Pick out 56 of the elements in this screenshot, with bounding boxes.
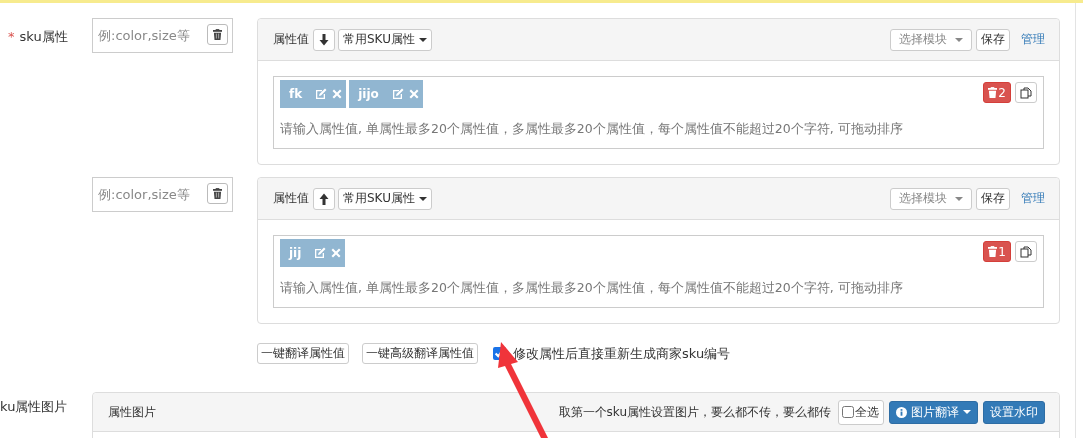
values-field[interactable]: fk jijo 请输入属性值, 单属性最多20个属性值，多属性最多20个属性值，每个属性值不能超过20个字符, 可拖动排序 2 [273,76,1044,149]
sort-button[interactable] [313,187,335,210]
caret-icon [955,196,963,201]
caret-icon [418,196,427,201]
arrow-up-icon [319,192,329,205]
info-icon [896,406,907,418]
name-field[interactable]: 例:color,size等 [92,18,233,53]
caret-icon [955,37,963,42]
panel-label: 属性图片 [108,403,156,421]
manage-link[interactable]: 管理 [1021,31,1045,48]
sort-button[interactable] [313,28,335,51]
copy-button[interactable] [1015,241,1037,262]
save-button[interactable]: 保存 [976,28,1010,51]
required-mark: * [8,29,15,44]
translate-button[interactable]: 一键翻译属性值 [257,343,349,364]
close-icon [331,248,342,258]
caret-icon [418,37,427,42]
copy-button[interactable] [1015,82,1037,103]
trash-icon [988,87,998,98]
field-label: ku属性图片 [0,398,69,416]
field-label: sku属性 [19,29,68,44]
common-attributes-dropdown[interactable]: 常用SKU属性 [338,28,432,51]
edit-icon [391,88,404,100]
caret-icon [963,410,971,414]
select-all-button[interactable]: 全选 [838,399,884,425]
hint-text: 请输入属性值, 单属性最多20个属性值，多属性最多20个属性值，每个属性值不能超过20个字符, 可拖动排序 [280,280,904,297]
checkbox-label: 修改属性后直接重新生成商家sku编号 [513,344,731,363]
panel-label: 属性值 [273,31,309,48]
module-select[interactable]: 选择模块 [890,187,972,210]
delete-button[interactable] [207,183,228,204]
values-field[interactable]: jij 请输入属性值, 单属性最多20个属性值，多属性最多20个属性值，每个属性值不能超过20个字符, 可拖动排序 1 [273,235,1044,308]
copy-icon [1020,86,1032,99]
delete-all-button[interactable]: 2 [983,82,1011,103]
manage-link[interactable]: 管理 [1021,190,1045,207]
watermark-button[interactable]: 设置水印 [983,400,1045,424]
save-button[interactable]: 保存 [976,187,1010,210]
hint-text: 请输入属性值, 单属性最多20个属性值，多属性最多20个属性值，每个属性值不能超过20个字符, 可拖动排序 [280,121,904,138]
image-translate-button[interactable]: 图片翻译 [889,400,978,424]
copy-icon [1020,245,1032,258]
checkbox[interactable] [842,406,854,418]
arrow-down-icon [319,33,329,46]
close-icon [332,89,343,99]
trash-icon [213,29,222,40]
panel-label: 属性值 [273,190,309,207]
close-icon [408,89,419,99]
trash-icon [988,246,998,257]
delete-all-button[interactable]: 1 [983,241,1011,262]
delete-button[interactable] [207,24,228,45]
name-field[interactable]: 例:color,size等 [92,177,233,212]
module-select[interactable]: 选择模块 [890,28,972,51]
note-text: 取第一个sku属性设置图片，要么都不传，要么都传 [558,403,831,421]
advanced-translate-button[interactable]: 一键高级翻译属性值 [362,343,478,364]
common-attributes-dropdown[interactable]: 常用SKU属性 [338,187,432,210]
edit-icon [315,88,328,100]
edit-icon [314,247,327,259]
trash-icon [213,188,222,199]
